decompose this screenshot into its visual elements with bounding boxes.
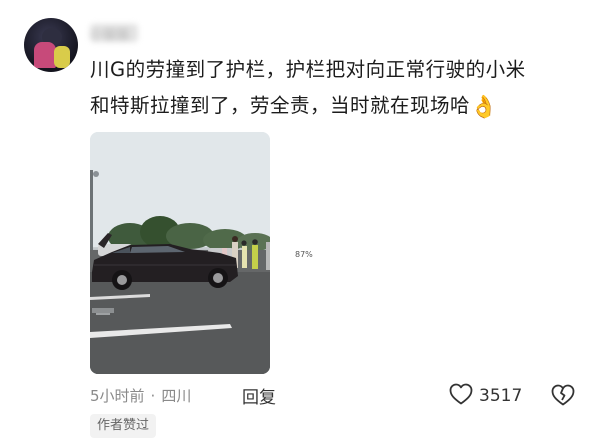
accident-scene-illustration bbox=[90, 132, 270, 374]
like-button[interactable]: 3517 bbox=[449, 383, 522, 409]
comment-text: 川G的劳撞到了护栏，护栏把对向正常行驶的小米 和特斯拉撞到了，劳全责，当时就在现… bbox=[90, 52, 590, 126]
broken-heart-icon bbox=[551, 384, 575, 410]
comment-line-1: 川G的劳撞到了护栏，护栏把对向正常行驶的小米 bbox=[90, 58, 526, 81]
heart-outline-icon bbox=[449, 383, 473, 409]
reply-button[interactable]: 回复 bbox=[242, 383, 276, 408]
image-load-progress: 87% bbox=[295, 250, 313, 259]
author-liked-badge: 作者赞过 bbox=[90, 414, 157, 438]
comment-location: 四川 bbox=[161, 387, 192, 405]
meta-separator: · bbox=[150, 387, 156, 405]
ok-hand-emoji: 👌 bbox=[470, 95, 498, 120]
comment-time: 5小时前 bbox=[90, 387, 145, 405]
like-count: 3517 bbox=[479, 386, 523, 406]
avatar-figure-item bbox=[54, 46, 70, 68]
dislike-button[interactable] bbox=[551, 384, 575, 410]
username-blurred[interactable]: 小猫猫 bbox=[90, 24, 138, 43]
comment-meta: 5小时前 · 四川 bbox=[90, 385, 191, 406]
user-avatar[interactable] bbox=[24, 18, 78, 72]
comment-line-2: 和特斯拉撞到了，劳全责，当时就在现场哈👌 bbox=[90, 88, 590, 126]
comment-photo[interactable] bbox=[90, 132, 270, 374]
avatar-figure-body bbox=[34, 42, 56, 68]
